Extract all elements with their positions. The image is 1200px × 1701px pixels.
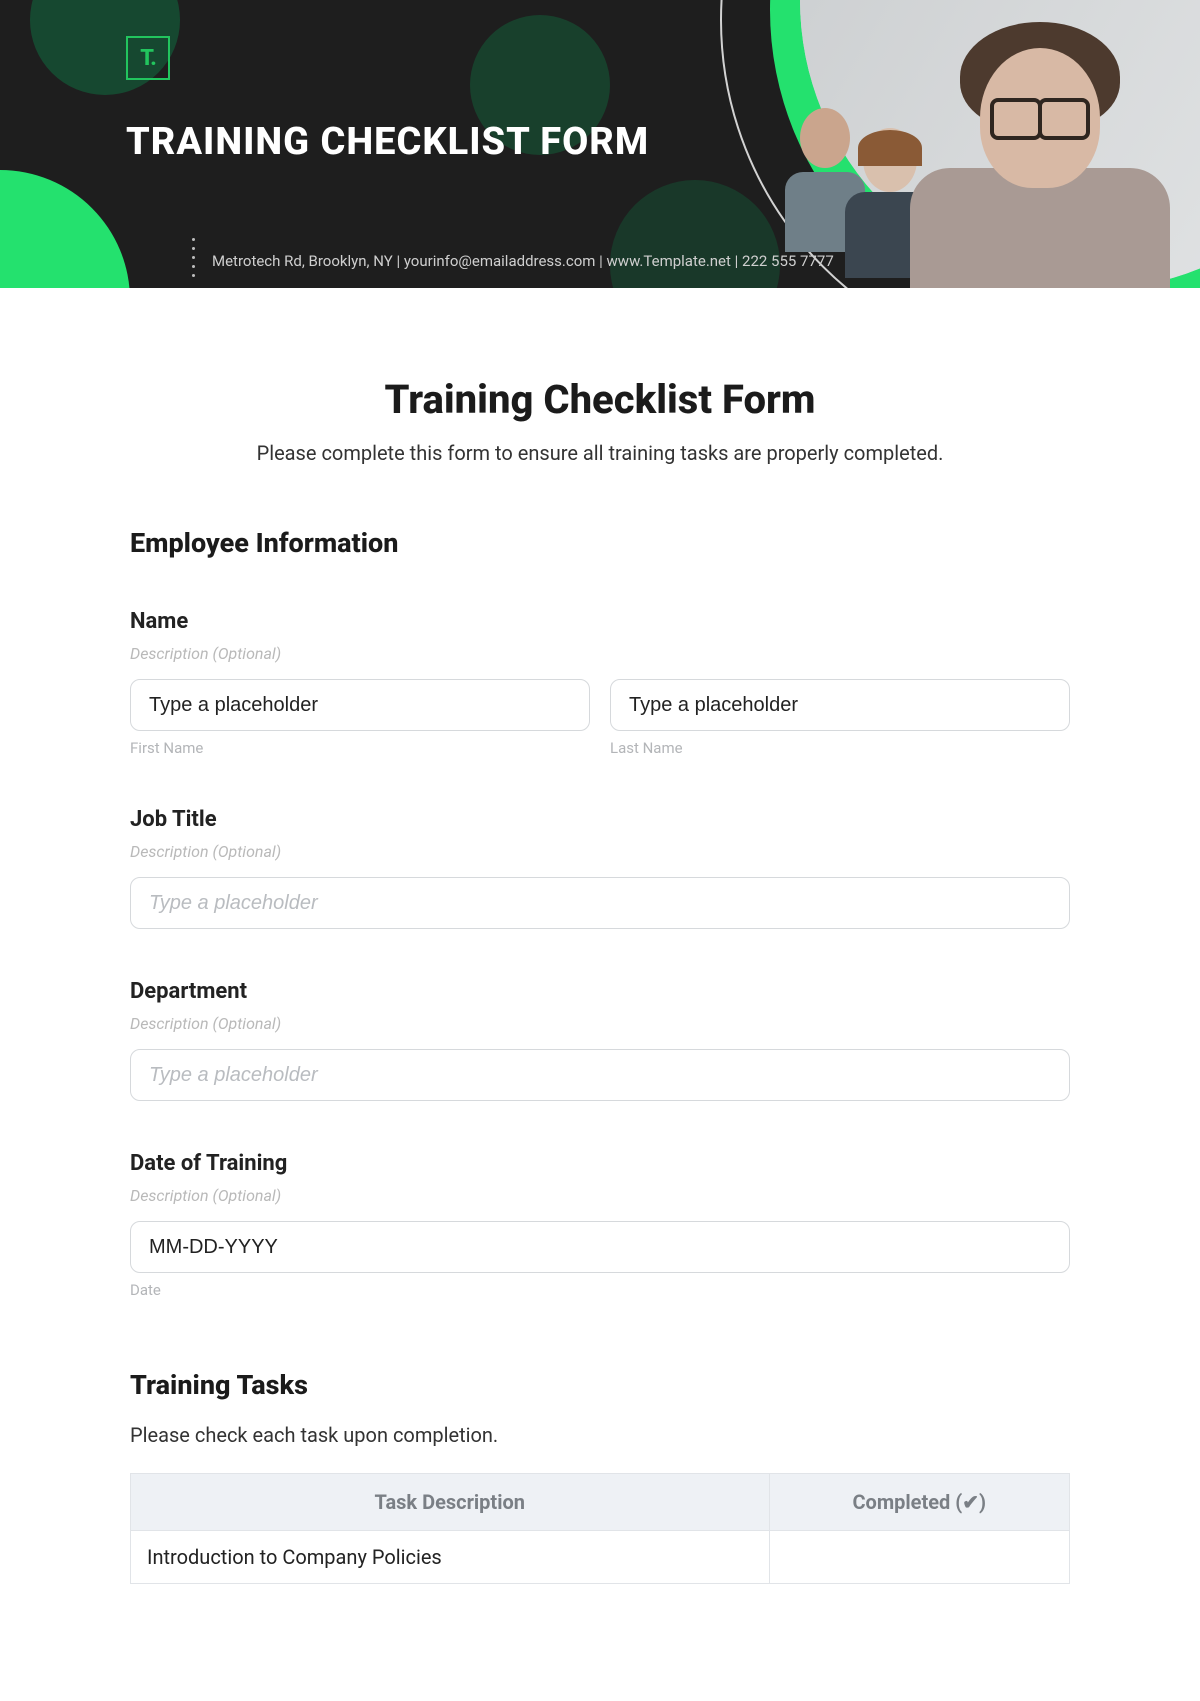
date-input[interactable]: [130, 1221, 1070, 1273]
col-completed: Completed (✔): [769, 1474, 1069, 1531]
date-label: Date of Training: [130, 1151, 1070, 1176]
department-input[interactable]: [130, 1049, 1070, 1101]
section-employee-info: Employee Information: [130, 527, 1070, 559]
decorative-blob: [0, 170, 130, 288]
field-name: Name Description (Optional) First Name L…: [130, 609, 1070, 757]
date-sublabel: Date: [130, 1281, 1070, 1299]
job-title-label: Job Title: [130, 807, 1070, 832]
name-label: Name: [130, 609, 1070, 634]
field-date-of-training: Date of Training Description (Optional) …: [130, 1151, 1070, 1299]
tasks-intro: Please check each task upon completion.: [130, 1423, 1070, 1447]
field-job-title: Job Title Description (Optional): [130, 807, 1070, 929]
logo: T.: [126, 36, 170, 80]
task-cell: Introduction to Company Policies: [131, 1531, 770, 1584]
job-title-description: Description (Optional): [130, 842, 1070, 861]
decorative-circle: [610, 180, 780, 288]
first-name-input[interactable]: [130, 679, 590, 731]
banner-title: TRAINING CHECKLIST FORM: [126, 120, 649, 164]
page-title: Training Checklist Form: [130, 376, 1070, 423]
tasks-table: Task Description Completed (✔) Introduct…: [130, 1473, 1070, 1584]
table-row: Introduction to Company Policies: [131, 1531, 1070, 1584]
col-task-description: Task Description: [131, 1474, 770, 1531]
first-name-sublabel: First Name: [130, 739, 590, 757]
name-description: Description (Optional): [130, 644, 1070, 663]
logo-text: T.: [140, 46, 156, 71]
contact-info: Metrotech Rd, Brooklyn, NY | yourinfo@em…: [212, 252, 834, 270]
section-training-tasks: Training Tasks: [130, 1369, 1070, 1401]
department-label: Department: [130, 979, 1070, 1004]
field-department: Department Description (Optional): [130, 979, 1070, 1101]
form-body: Training Checklist Form Please complete …: [0, 288, 1200, 1584]
decorative-dots: [192, 238, 195, 277]
job-title-input[interactable]: [130, 877, 1070, 929]
last-name-sublabel: Last Name: [610, 739, 1070, 757]
completed-cell[interactable]: [769, 1531, 1069, 1584]
department-description: Description (Optional): [130, 1014, 1070, 1033]
date-description: Description (Optional): [130, 1186, 1070, 1205]
header-banner: T. TRAINING CHECKLIST FORM Metrotech Rd,…: [0, 0, 1200, 288]
foreground-person: [890, 28, 1170, 288]
last-name-input[interactable]: [610, 679, 1070, 731]
page-subtitle: Please complete this form to ensure all …: [130, 441, 1070, 465]
